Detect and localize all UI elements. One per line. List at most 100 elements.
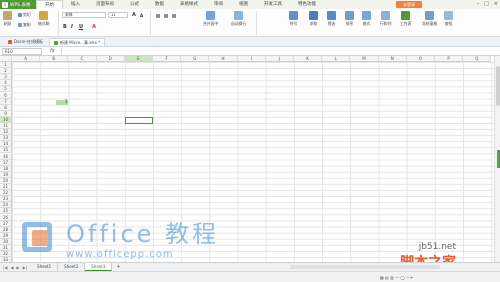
italic-button[interactable]: I — [71, 24, 73, 30]
cell-area[interactable] — [12, 62, 494, 262]
next-sheet-icon[interactable]: ▶ — [17, 265, 20, 270]
align-center-button[interactable] — [164, 14, 168, 18]
wrap-label: 自动换行 — [231, 21, 247, 26]
sheet-tab[interactable]: Sheet2 — [58, 263, 86, 271]
column-header[interactable]: H — [209, 56, 238, 62]
sum-label: 求和 — [309, 21, 318, 26]
menu-tab[interactable]: 表格样式 — [172, 0, 206, 9]
minimize-icon[interactable]: – — [477, 1, 480, 7]
horizontal-scrollbar[interactable] — [290, 265, 440, 269]
filter-label: 筛选 — [327, 21, 336, 26]
wrap-icon — [234, 11, 244, 20]
cut-button[interactable]: 剪切 — [18, 12, 31, 18]
row-col-button[interactable]: 行和列 — [380, 11, 391, 27]
menu-tab[interactable]: 视图 — [231, 0, 256, 9]
column-header[interactable]: M — [350, 56, 379, 62]
maximize-icon[interactable]: □ — [484, 1, 489, 7]
column-header[interactable]: L — [322, 56, 351, 62]
column-header[interactable]: A — [12, 56, 41, 62]
sigma-icon — [309, 11, 318, 20]
paste-button[interactable]: 粘贴 — [3, 11, 12, 27]
sort-button[interactable]: 排序 — [345, 11, 354, 27]
worksheet-button[interactable]: 工作表 — [400, 11, 411, 27]
scroll-thumb[interactable] — [496, 66, 500, 106]
menu-tab[interactable]: 开始 — [36, 0, 63, 9]
column-header[interactable]: J — [265, 56, 294, 62]
column-header[interactable]: P — [435, 56, 464, 62]
rowcol-icon — [381, 11, 391, 20]
copy-button[interactable]: 复制 — [18, 22, 31, 28]
column-header[interactable]: O — [406, 56, 435, 62]
active-cell[interactable] — [124, 116, 153, 125]
column-header[interactable]: Q — [463, 56, 492, 62]
wrap-text-button[interactable]: 自动换行 — [231, 11, 246, 27]
prev-sheet-icon[interactable]: ◀ — [10, 265, 13, 270]
menu-tab[interactable]: 公式 — [122, 0, 147, 9]
menu-tab[interactable]: 开发工具 — [256, 0, 290, 9]
find-button[interactable]: 查找 — [444, 11, 453, 27]
sheet-tabs: Sheet1 Sheet2 Sheet3 — [31, 263, 113, 271]
menu-tab[interactable]: 审阅 — [206, 0, 231, 9]
sum-button[interactable]: 求和 — [309, 11, 318, 27]
column-header[interactable]: B — [40, 56, 69, 62]
close-icon[interactable]: × — [494, 1, 498, 7]
menu-tab[interactable]: 特色功能 — [290, 0, 324, 9]
merge-center-button[interactable]: 合并居中 — [203, 11, 218, 27]
format-icon — [362, 11, 371, 20]
freeze-icon — [425, 11, 435, 20]
align-right-icon — [172, 14, 176, 18]
underline-button[interactable]: U — [79, 24, 83, 30]
ribbon: 粘贴 剪切 复制 格式刷 宋体 11 B I U A A A 合并居中 自动换行… — [0, 9, 500, 37]
format-label: 格式 — [362, 21, 371, 26]
add-sheet-icon[interactable]: + — [116, 264, 120, 270]
column-header[interactable]: E — [124, 56, 153, 62]
app-menu-button[interactable]: S WPS 表格 — [0, 0, 36, 9]
view-controls[interactable]: ▦ ▤ ▥ — ◯ —+ — [380, 275, 414, 280]
cell-value[interactable]: 3 — [40, 99, 68, 105]
copy-icon — [18, 23, 22, 27]
column-header[interactable]: K — [294, 56, 323, 62]
font-family-select[interactable]: 宋体 — [62, 12, 106, 18]
binoculars-icon — [444, 11, 453, 20]
sheet-tab[interactable]: Sheet3 — [85, 263, 113, 271]
document-tab[interactable]: 新建 Micro...溝.xlsx * — [49, 38, 106, 46]
login-button[interactable]: 未登录 — [396, 1, 422, 8]
document-tab-label: 新建 Micro...溝.xlsx * — [60, 39, 101, 45]
column-header[interactable]: I — [237, 56, 266, 62]
column-header[interactable]: D — [96, 56, 125, 62]
align-left-icon — [156, 14, 160, 18]
align-right-button[interactable] — [172, 14, 176, 18]
grow-font-icon[interactable]: A — [132, 12, 136, 18]
menu-tab[interactable]: 插入 — [63, 0, 88, 9]
bold-button[interactable]: B — [63, 24, 67, 30]
cut-label: 剪切 — [23, 12, 31, 17]
formula-bar: E10 fx — [0, 47, 500, 56]
document-tab[interactable]: Docer-在线模板 — [4, 38, 47, 46]
shrink-font-icon[interactable]: A — [140, 13, 143, 18]
format-painter-button[interactable]: 格式刷 — [38, 11, 49, 27]
docer-icon — [8, 40, 12, 44]
sheet-tab[interactable]: Sheet1 — [31, 263, 59, 271]
symbol-button[interactable]: 符号 — [289, 11, 298, 27]
fx-icon[interactable]: fx — [50, 48, 55, 54]
window-controls: – □ × — [477, 1, 498, 7]
spreadsheet-grid[interactable]: A B C D E F G H I J K L M N O P Q 1 2 3 4 5 6 7 8 9 10 11 12 13 14 15 16… — [0, 56, 494, 262]
column-header[interactable]: F — [153, 56, 182, 62]
name-box[interactable]: E10 — [2, 47, 42, 55]
font-size-select[interactable]: 11 — [108, 12, 128, 18]
column-header[interactable]: G — [181, 56, 210, 62]
last-sheet-icon[interactable]: ▶| — [23, 265, 27, 270]
site-url: jb51.net — [418, 242, 456, 252]
menu-tab[interactable]: 数据 — [147, 0, 172, 9]
column-header[interactable]: N — [378, 56, 407, 62]
format-button[interactable]: 格式 — [362, 11, 371, 27]
formula-input[interactable] — [60, 47, 496, 55]
merge-label: 合并居中 — [203, 21, 219, 26]
align-left-button[interactable] — [156, 14, 160, 18]
column-header[interactable]: C — [68, 56, 97, 62]
filter-button[interactable]: 筛选 — [327, 11, 336, 27]
font-color-button[interactable]: A — [92, 24, 96, 30]
menu-tab[interactable]: 页面布局 — [88, 0, 122, 9]
first-sheet-icon[interactable]: |◀ — [3, 265, 7, 270]
freeze-panes-button[interactable]: 冻结窗格 — [422, 11, 437, 27]
